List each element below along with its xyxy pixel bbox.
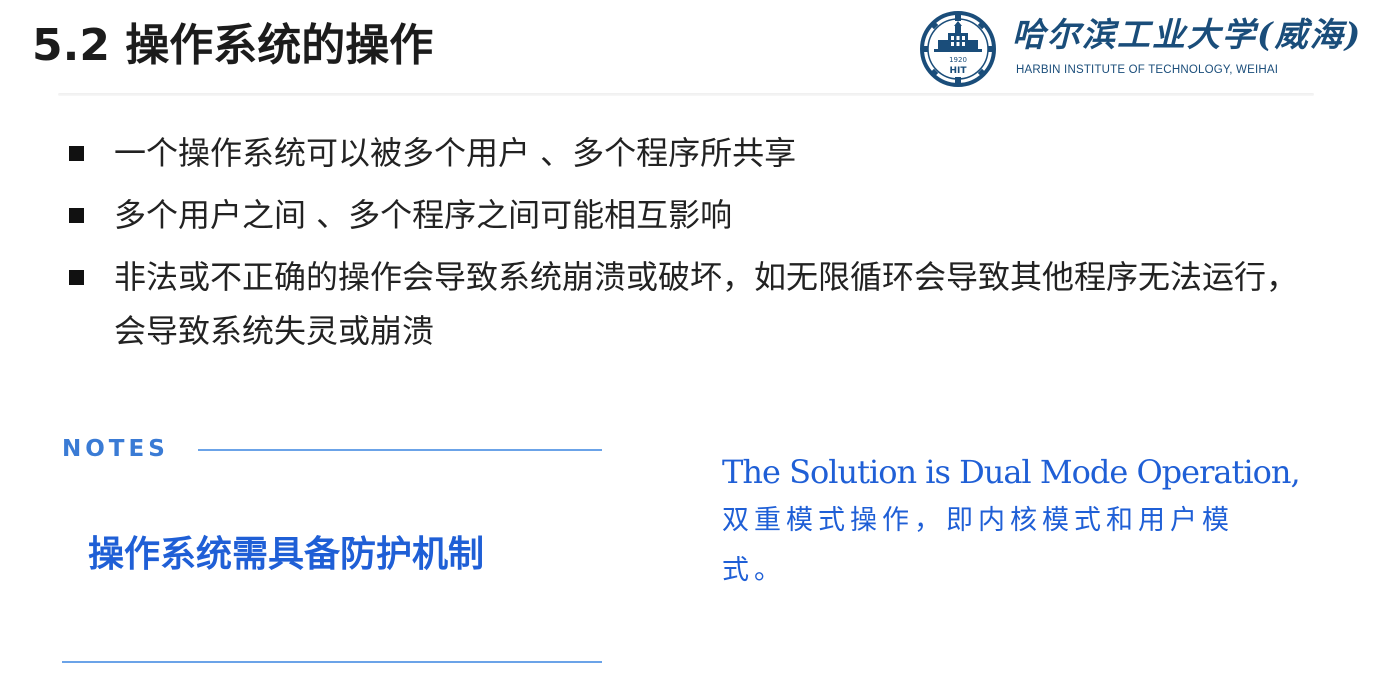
- bullet-list: 一个操作系统可以被多个用户 、多个程序所共享 多个用户之间 、多个程序之间可能相…: [66, 126, 1316, 366]
- bullet-text: 多个用户之间 、多个程序之间可能相互影响: [114, 196, 733, 234]
- university-name-en: HARBIN INSTITUTE OF TECHNOLOGY, WEIHAI: [1016, 64, 1279, 76]
- slide-title: 5.2 操作系统的操作: [32, 20, 434, 71]
- university-name-cn: 哈尔滨工业大学(威海): [1012, 15, 1363, 54]
- bullet-text: 一个操作系统可以被多个用户 、多个程序所共享: [114, 134, 797, 172]
- emblem-year: 1920: [949, 56, 967, 64]
- solution-block: The Solution is Dual Mode Operation, 双重模…: [722, 448, 1322, 596]
- university-logo: 1920 HIT 哈尔滨工业大学(威海) HARBIN INSTITUTE OF…: [916, 8, 1360, 88]
- bullet-text: 非法或不正确的操作会导致系统崩溃或破坏，如无限循环会导致其他程序无法运行，会导致…: [114, 258, 1299, 350]
- emblem-abbr: HIT: [949, 66, 967, 76]
- header-divider: [58, 93, 1314, 96]
- bullet-item: 非法或不正确的操作会导致系统崩溃或破坏，如无限循环会导致其他程序无法运行，会导致…: [66, 250, 1316, 358]
- notes-label: NOTES: [62, 436, 169, 462]
- university-emblem-icon: 1920 HIT: [920, 11, 996, 87]
- square-bullet-icon: [69, 208, 84, 223]
- notes-bottom-divider: [62, 661, 602, 663]
- solution-text-en: The Solution is Dual Mode Operation,: [722, 453, 1301, 491]
- bullet-item: 多个用户之间 、多个程序之间可能相互影响: [66, 188, 1316, 242]
- square-bullet-icon: [69, 146, 84, 161]
- solution-text-cn: 双重模式操作，即内核模式和用户模式。: [722, 505, 1234, 586]
- bullet-item: 一个操作系统可以被多个用户 、多个程序所共享: [66, 126, 1316, 180]
- notes-top-divider: [198, 449, 602, 451]
- notes-text: 操作系统需具备防护机制: [88, 534, 485, 575]
- square-bullet-icon: [69, 270, 84, 285]
